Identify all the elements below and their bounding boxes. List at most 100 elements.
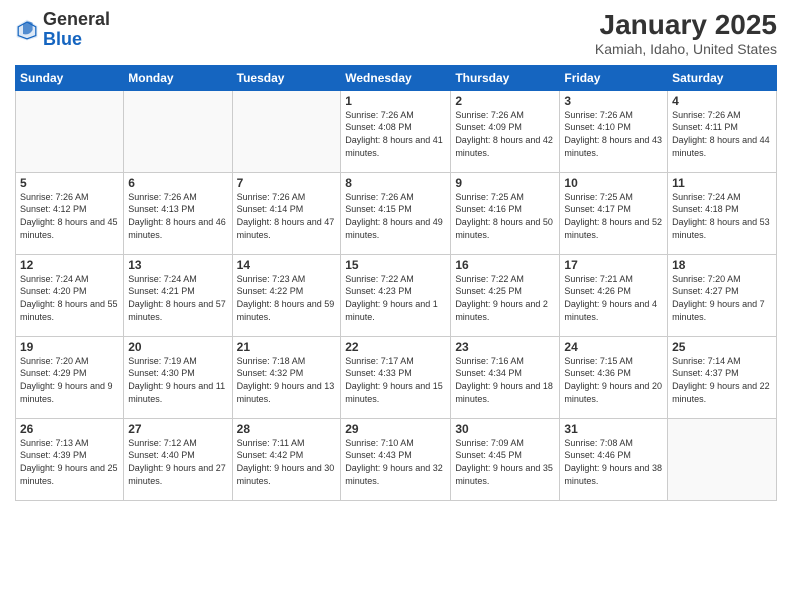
logo-text: General Blue [43, 10, 110, 50]
day-info: Sunrise: 7:21 AM Sunset: 4:26 PM Dayligh… [564, 273, 663, 323]
day-info: Sunrise: 7:10 AM Sunset: 4:43 PM Dayligh… [345, 437, 446, 487]
calendar-cell: 15Sunrise: 7:22 AM Sunset: 4:23 PM Dayli… [341, 254, 451, 336]
logo-general: General [43, 9, 110, 29]
day-info: Sunrise: 7:26 AM Sunset: 4:11 PM Dayligh… [672, 109, 772, 159]
day-info: Sunrise: 7:12 AM Sunset: 4:40 PM Dayligh… [128, 437, 227, 487]
logo-blue: Blue [43, 29, 82, 49]
calendar-cell [232, 90, 341, 172]
calendar-cell: 10Sunrise: 7:25 AM Sunset: 4:17 PM Dayli… [560, 172, 668, 254]
title-block: January 2025 Kamiah, Idaho, United State… [595, 10, 777, 57]
calendar-table: Sunday Monday Tuesday Wednesday Thursday… [15, 65, 777, 501]
col-thursday: Thursday [451, 65, 560, 90]
calendar-cell: 25Sunrise: 7:14 AM Sunset: 4:37 PM Dayli… [668, 336, 777, 418]
day-number: 21 [237, 340, 337, 354]
day-info: Sunrise: 7:26 AM Sunset: 4:13 PM Dayligh… [128, 191, 227, 241]
day-number: 14 [237, 258, 337, 272]
day-info: Sunrise: 7:25 AM Sunset: 4:16 PM Dayligh… [455, 191, 555, 241]
day-info: Sunrise: 7:08 AM Sunset: 4:46 PM Dayligh… [564, 437, 663, 487]
col-monday: Monday [124, 65, 232, 90]
day-info: Sunrise: 7:26 AM Sunset: 4:15 PM Dayligh… [345, 191, 446, 241]
day-number: 18 [672, 258, 772, 272]
calendar-week-row: 1Sunrise: 7:26 AM Sunset: 4:08 PM Daylig… [16, 90, 777, 172]
calendar-cell: 17Sunrise: 7:21 AM Sunset: 4:26 PM Dayli… [560, 254, 668, 336]
day-info: Sunrise: 7:22 AM Sunset: 4:23 PM Dayligh… [345, 273, 446, 323]
calendar-week-row: 12Sunrise: 7:24 AM Sunset: 4:20 PM Dayli… [16, 254, 777, 336]
calendar-cell: 28Sunrise: 7:11 AM Sunset: 4:42 PM Dayli… [232, 418, 341, 500]
day-info: Sunrise: 7:18 AM Sunset: 4:32 PM Dayligh… [237, 355, 337, 405]
logo: General Blue [15, 10, 110, 50]
day-number: 12 [20, 258, 119, 272]
day-number: 2 [455, 94, 555, 108]
day-number: 26 [20, 422, 119, 436]
day-info: Sunrise: 7:26 AM Sunset: 4:12 PM Dayligh… [20, 191, 119, 241]
calendar-week-row: 5Sunrise: 7:26 AM Sunset: 4:12 PM Daylig… [16, 172, 777, 254]
day-number: 23 [455, 340, 555, 354]
calendar-cell [668, 418, 777, 500]
day-number: 22 [345, 340, 446, 354]
day-number: 19 [20, 340, 119, 354]
calendar-cell: 9Sunrise: 7:25 AM Sunset: 4:16 PM Daylig… [451, 172, 560, 254]
day-number: 3 [564, 94, 663, 108]
day-number: 11 [672, 176, 772, 190]
calendar-cell: 3Sunrise: 7:26 AM Sunset: 4:10 PM Daylig… [560, 90, 668, 172]
page: General Blue January 2025 Kamiah, Idaho,… [0, 0, 792, 612]
col-friday: Friday [560, 65, 668, 90]
day-info: Sunrise: 7:19 AM Sunset: 4:30 PM Dayligh… [128, 355, 227, 405]
day-info: Sunrise: 7:14 AM Sunset: 4:37 PM Dayligh… [672, 355, 772, 405]
day-info: Sunrise: 7:26 AM Sunset: 4:08 PM Dayligh… [345, 109, 446, 159]
day-number: 17 [564, 258, 663, 272]
col-sunday: Sunday [16, 65, 124, 90]
day-number: 28 [237, 422, 337, 436]
day-number: 13 [128, 258, 227, 272]
calendar-cell: 19Sunrise: 7:20 AM Sunset: 4:29 PM Dayli… [16, 336, 124, 418]
calendar-cell: 26Sunrise: 7:13 AM Sunset: 4:39 PM Dayli… [16, 418, 124, 500]
logo-icon [15, 18, 39, 42]
calendar-cell: 22Sunrise: 7:17 AM Sunset: 4:33 PM Dayli… [341, 336, 451, 418]
day-info: Sunrise: 7:22 AM Sunset: 4:25 PM Dayligh… [455, 273, 555, 323]
day-number: 10 [564, 176, 663, 190]
calendar-week-row: 19Sunrise: 7:20 AM Sunset: 4:29 PM Dayli… [16, 336, 777, 418]
day-number: 7 [237, 176, 337, 190]
calendar-cell: 8Sunrise: 7:26 AM Sunset: 4:15 PM Daylig… [341, 172, 451, 254]
header: General Blue January 2025 Kamiah, Idaho,… [15, 10, 777, 57]
calendar-cell: 14Sunrise: 7:23 AM Sunset: 4:22 PM Dayli… [232, 254, 341, 336]
calendar-cell: 23Sunrise: 7:16 AM Sunset: 4:34 PM Dayli… [451, 336, 560, 418]
calendar-cell: 13Sunrise: 7:24 AM Sunset: 4:21 PM Dayli… [124, 254, 232, 336]
calendar-header-row: Sunday Monday Tuesday Wednesday Thursday… [16, 65, 777, 90]
day-info: Sunrise: 7:11 AM Sunset: 4:42 PM Dayligh… [237, 437, 337, 487]
day-info: Sunrise: 7:17 AM Sunset: 4:33 PM Dayligh… [345, 355, 446, 405]
day-info: Sunrise: 7:13 AM Sunset: 4:39 PM Dayligh… [20, 437, 119, 487]
day-number: 20 [128, 340, 227, 354]
day-info: Sunrise: 7:23 AM Sunset: 4:22 PM Dayligh… [237, 273, 337, 323]
calendar-cell: 6Sunrise: 7:26 AM Sunset: 4:13 PM Daylig… [124, 172, 232, 254]
day-number: 29 [345, 422, 446, 436]
day-info: Sunrise: 7:26 AM Sunset: 4:10 PM Dayligh… [564, 109, 663, 159]
day-info: Sunrise: 7:24 AM Sunset: 4:18 PM Dayligh… [672, 191, 772, 241]
calendar-cell: 29Sunrise: 7:10 AM Sunset: 4:43 PM Dayli… [341, 418, 451, 500]
day-info: Sunrise: 7:20 AM Sunset: 4:27 PM Dayligh… [672, 273, 772, 323]
calendar-cell: 5Sunrise: 7:26 AM Sunset: 4:12 PM Daylig… [16, 172, 124, 254]
day-number: 15 [345, 258, 446, 272]
day-info: Sunrise: 7:16 AM Sunset: 4:34 PM Dayligh… [455, 355, 555, 405]
day-number: 25 [672, 340, 772, 354]
calendar-cell: 18Sunrise: 7:20 AM Sunset: 4:27 PM Dayli… [668, 254, 777, 336]
day-number: 1 [345, 94, 446, 108]
calendar-cell: 4Sunrise: 7:26 AM Sunset: 4:11 PM Daylig… [668, 90, 777, 172]
calendar-cell: 1Sunrise: 7:26 AM Sunset: 4:08 PM Daylig… [341, 90, 451, 172]
calendar-title: January 2025 [595, 10, 777, 41]
day-info: Sunrise: 7:20 AM Sunset: 4:29 PM Dayligh… [20, 355, 119, 405]
calendar-cell: 11Sunrise: 7:24 AM Sunset: 4:18 PM Dayli… [668, 172, 777, 254]
calendar-cell: 20Sunrise: 7:19 AM Sunset: 4:30 PM Dayli… [124, 336, 232, 418]
day-number: 8 [345, 176, 446, 190]
day-number: 27 [128, 422, 227, 436]
calendar-cell: 2Sunrise: 7:26 AM Sunset: 4:09 PM Daylig… [451, 90, 560, 172]
day-number: 4 [672, 94, 772, 108]
day-info: Sunrise: 7:15 AM Sunset: 4:36 PM Dayligh… [564, 355, 663, 405]
calendar-cell: 12Sunrise: 7:24 AM Sunset: 4:20 PM Dayli… [16, 254, 124, 336]
day-number: 24 [564, 340, 663, 354]
calendar-cell: 30Sunrise: 7:09 AM Sunset: 4:45 PM Dayli… [451, 418, 560, 500]
day-number: 5 [20, 176, 119, 190]
calendar-cell: 31Sunrise: 7:08 AM Sunset: 4:46 PM Dayli… [560, 418, 668, 500]
calendar-cell: 7Sunrise: 7:26 AM Sunset: 4:14 PM Daylig… [232, 172, 341, 254]
calendar-week-row: 26Sunrise: 7:13 AM Sunset: 4:39 PM Dayli… [16, 418, 777, 500]
